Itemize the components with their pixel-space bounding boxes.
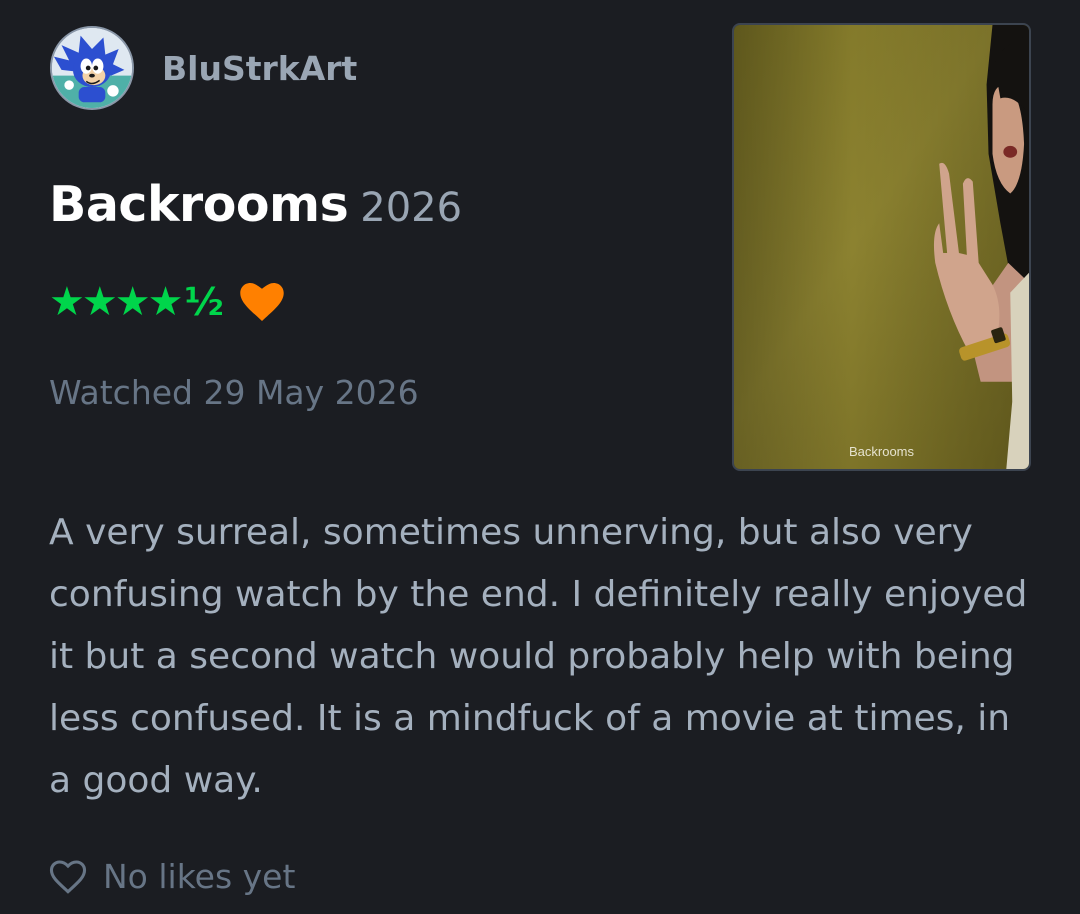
film-title-row: Backrooms 2026 [49,176,462,233]
reviewer[interactable]: BluStrkArt [50,26,357,110]
poster-image [734,25,1029,469]
sonic-avatar-icon [52,28,132,108]
watched-date: Watched 29 May 2026 [49,373,419,412]
rating-stars: ★★★★ [49,279,183,325]
film-poster[interactable]: Backrooms [732,23,1031,471]
like-button[interactable]: No likes yet [49,857,295,896]
heart-outline-icon[interactable] [49,859,87,894]
rating: ★★★★ ½ [49,282,284,322]
review-text: A very surreal, sometimes unnerving, but… [49,512,1028,801]
likes-count-text: No likes yet [103,857,296,896]
username[interactable]: BluStrkArt [162,49,357,88]
liked-heart-icon [240,283,284,321]
avatar[interactable] [50,26,134,110]
film-year[interactable]: 2026 [360,185,462,231]
poster-title-label: Backrooms [848,444,915,459]
film-title[interactable]: Backrooms [49,176,349,233]
rating-half-star: ½ [184,280,224,324]
